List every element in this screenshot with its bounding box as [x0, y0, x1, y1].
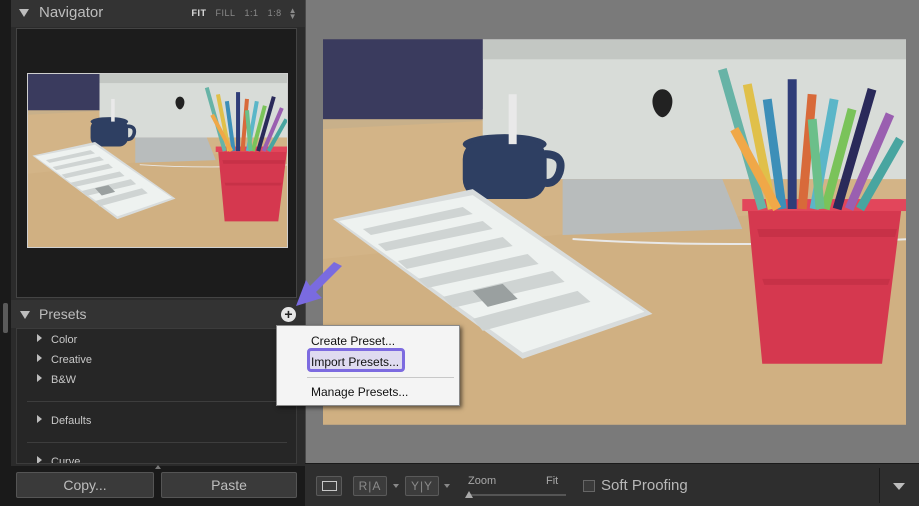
swap-dropdown-icon[interactable] — [444, 484, 450, 488]
expand-arrow-icon — [37, 374, 42, 382]
presets-header[interactable]: Presets + — [11, 300, 305, 328]
bottom-toolbar: R|A Y|Y Zoom Fit Soft Proofing — [305, 463, 919, 506]
preset-folder-curve[interactable]: Curve — [37, 456, 80, 463]
menu-separator — [307, 377, 454, 378]
soft-proofing-checkbox[interactable] — [583, 480, 595, 492]
presets-list: Color Creative B&W Defaults Curve — [16, 328, 297, 464]
preset-folder-color[interactable]: Color — [37, 334, 77, 346]
menu-item-create-preset[interactable]: Create Preset... — [311, 334, 395, 348]
toolbar-divider — [879, 468, 880, 503]
preset-folder-creative[interactable]: Creative — [37, 354, 92, 366]
zoom-slider[interactable] — [468, 494, 566, 496]
zoom-updown-icon[interactable]: ▲ ▼ — [289, 7, 297, 21]
navigator-header[interactable]: Navigator FIT FILL 1:1 1:8 ▲ ▼ — [11, 0, 305, 27]
expand-arrow-icon — [37, 456, 42, 463]
zoom-label: Zoom — [468, 475, 497, 487]
before-after-dropdown-icon[interactable] — [393, 484, 399, 488]
left-panel-scroll-thumb[interactable] — [3, 303, 8, 333]
swap-button[interactable]: Y|Y — [405, 476, 439, 496]
menu-item-import-presets[interactable]: Import Presets... — [311, 355, 399, 369]
pointer-arrow-icon — [296, 262, 342, 306]
fit-label: Fit — [546, 475, 559, 487]
zoom-mode-fit[interactable]: FIT — [192, 8, 207, 20]
before-after-button[interactable]: R|A — [353, 476, 387, 496]
photo-thumbnail-image — [28, 74, 288, 248]
presets-context-menu: Create Preset... Import Presets... Manag… — [276, 325, 460, 406]
navigator-thumbnail[interactable] — [27, 73, 288, 248]
expand-arrow-icon — [37, 334, 42, 342]
zoom-mode-fill[interactable]: FILL — [216, 8, 236, 20]
zoom-mode-1-1[interactable]: 1:1 — [245, 8, 259, 20]
menu-item-manage-presets[interactable]: Manage Presets... — [311, 385, 408, 399]
panel-grip-icon[interactable] — [155, 465, 161, 469]
preset-folder-defaults[interactable]: Defaults — [37, 415, 91, 427]
preset-divider — [27, 442, 287, 443]
navigator-preview[interactable] — [16, 28, 297, 298]
paste-button[interactable]: Paste — [161, 472, 297, 498]
zoom-slider-knob[interactable] — [465, 491, 473, 498]
loupe-icon — [322, 481, 337, 491]
preset-folder-bw[interactable]: B&W — [37, 374, 76, 386]
navigator-title: Navigator — [39, 4, 104, 21]
left-panel-scrollbar[interactable] — [0, 0, 11, 468]
expand-arrow-icon — [37, 354, 42, 362]
soft-proofing-label[interactable]: Soft Proofing — [601, 477, 688, 494]
presets-title: Presets — [39, 306, 87, 322]
preset-divider — [27, 401, 287, 402]
toolbar-menu-icon[interactable] — [893, 483, 905, 490]
zoom-mode-1-8[interactable]: 1:8 — [268, 8, 282, 20]
collapse-triangle-icon[interactable] — [19, 9, 29, 17]
collapse-triangle-icon[interactable] — [20, 311, 30, 319]
loupe-view-button[interactable] — [316, 476, 342, 496]
navigator-zoom-modes: FIT FILL 1:1 1:8 ▲ ▼ — [183, 7, 297, 21]
expand-arrow-icon — [37, 415, 42, 423]
copy-button[interactable]: Copy... — [16, 472, 154, 498]
